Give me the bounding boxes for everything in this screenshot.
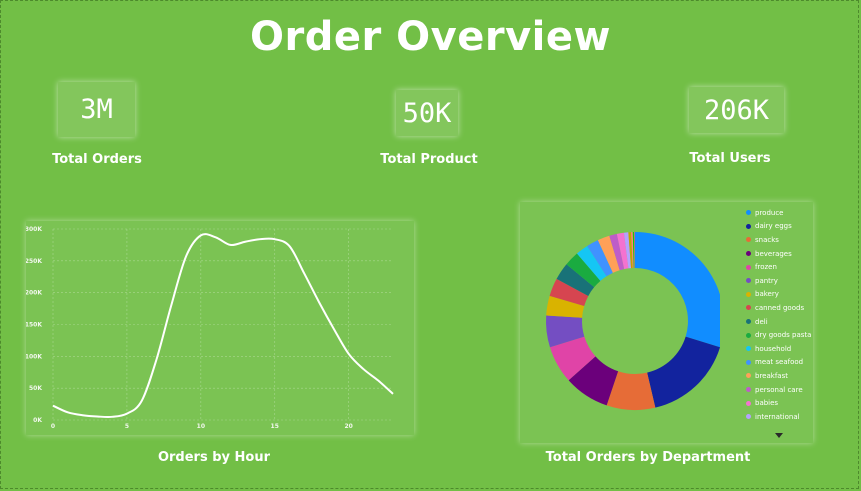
legend-item[interactable]: breakfast — [746, 369, 818, 383]
legend-label: babies — [755, 399, 779, 408]
legend-label: deli — [755, 317, 768, 326]
legend-item[interactable]: meat seafood — [746, 356, 818, 370]
legend-label: pantry — [755, 276, 778, 285]
legend-item[interactable]: dry goods pasta — [746, 328, 818, 342]
legend-label: bakery — [755, 290, 779, 299]
legend-scroll-down-icon[interactable] — [775, 433, 783, 438]
x-tick-label: 5 — [125, 423, 129, 430]
orders-by-hour-chart: 0K 50K 100K 150K 200K 250K 300K 0 5 10 15 20 — [26, 226, 394, 430]
legend-item[interactable]: babies — [746, 396, 818, 410]
y-tick-label: 0K — [33, 417, 42, 424]
legend-dot-icon — [746, 387, 751, 393]
y-tick-label: 50K — [29, 385, 42, 392]
orders-by-department-chart — [546, 232, 720, 410]
donut-slice-produce — [635, 232, 720, 348]
department-legend: produce dairy eggs snacks beverages frozen pa… — [746, 206, 818, 424]
legend-item[interactable]: canned goods — [746, 301, 818, 315]
y-tick-label: 100K — [26, 353, 42, 360]
orders-by-hour-title: Orders by Hour — [157, 450, 271, 465]
legend-label: international — [755, 412, 800, 421]
legend-item[interactable]: dairy eggs — [746, 220, 818, 234]
legend-label: personal care — [755, 385, 803, 394]
legend-label: household — [755, 344, 792, 353]
total-users-card[interactable]: 206K — [689, 87, 784, 133]
legend-item[interactable]: beverages — [746, 247, 818, 261]
legend-label: snacks — [755, 235, 779, 244]
total-product-label: Total Product — [380, 152, 478, 167]
legend-label: produce — [755, 208, 784, 217]
legend-item[interactable]: frozen — [746, 260, 818, 274]
y-tick-label: 150K — [26, 322, 42, 329]
orders-by-department-panel[interactable]: produce dairy eggs snacks beverages frozen pa… — [520, 202, 813, 443]
legend-dot-icon — [746, 346, 751, 352]
legend-item[interactable]: international — [746, 410, 818, 424]
legend-label: dairy eggs — [755, 222, 792, 231]
legend-label: dry goods pasta — [755, 331, 812, 340]
total-users-value: 206K — [703, 94, 770, 126]
legend-dot-icon — [746, 278, 751, 284]
orders-by-hour-panel[interactable]: 0K 50K 100K 150K 200K 250K 300K 0 5 10 15 20 — [26, 221, 414, 435]
x-tick-label: 20 — [344, 423, 352, 430]
legend-item[interactable]: deli — [746, 315, 818, 329]
page-title: Order Overview — [250, 14, 611, 60]
x-tick-label: 0 — [51, 423, 55, 430]
legend-item[interactable]: produce — [746, 206, 818, 220]
legend-dot-icon — [746, 305, 751, 311]
y-tick-label: 300K — [26, 226, 42, 233]
legend-dot-icon — [746, 251, 751, 257]
x-tick-label: 15 — [271, 423, 279, 430]
total-orders-label: Total Orders — [52, 152, 142, 167]
total-orders-value: 3M — [80, 94, 113, 125]
legend-item[interactable]: snacks — [746, 233, 818, 247]
total-orders-card[interactable]: 3M — [58, 82, 135, 137]
legend-dot-icon — [746, 237, 751, 243]
legend-label: frozen — [755, 263, 777, 272]
total-product-card[interactable]: 50K — [396, 90, 458, 136]
legend-item[interactable]: household — [746, 342, 818, 356]
legend-label: canned goods — [755, 303, 805, 312]
legend-label: meat seafood — [755, 358, 804, 367]
donut-slice-dairy-eggs — [647, 336, 720, 408]
total-users-label: Total Users — [689, 151, 771, 166]
legend-label: beverages — [755, 249, 792, 258]
legend-item[interactable]: personal care — [746, 383, 818, 397]
legend-dot-icon — [746, 264, 751, 270]
orders-line — [52, 233, 394, 419]
total-product-value: 50K — [402, 97, 452, 129]
legend-dot-icon — [746, 414, 751, 420]
legend-dot-icon — [746, 223, 751, 229]
legend-item[interactable]: bakery — [746, 288, 818, 302]
x-tick-label: 10 — [197, 423, 205, 430]
legend-dot-icon — [746, 319, 751, 325]
legend-dot-icon — [746, 400, 751, 406]
legend-dot-icon — [746, 332, 751, 338]
legend-dot-icon — [746, 210, 751, 216]
legend-dot-icon — [746, 291, 751, 297]
legend-label: breakfast — [755, 371, 788, 380]
y-tick-label: 200K — [26, 290, 42, 297]
legend-item[interactable]: pantry — [746, 274, 818, 288]
legend-dot-icon — [746, 373, 751, 379]
orders-by-department-title: Total Orders by Department — [545, 450, 751, 465]
legend-dot-icon — [746, 359, 751, 365]
y-tick-label: 250K — [26, 258, 42, 265]
